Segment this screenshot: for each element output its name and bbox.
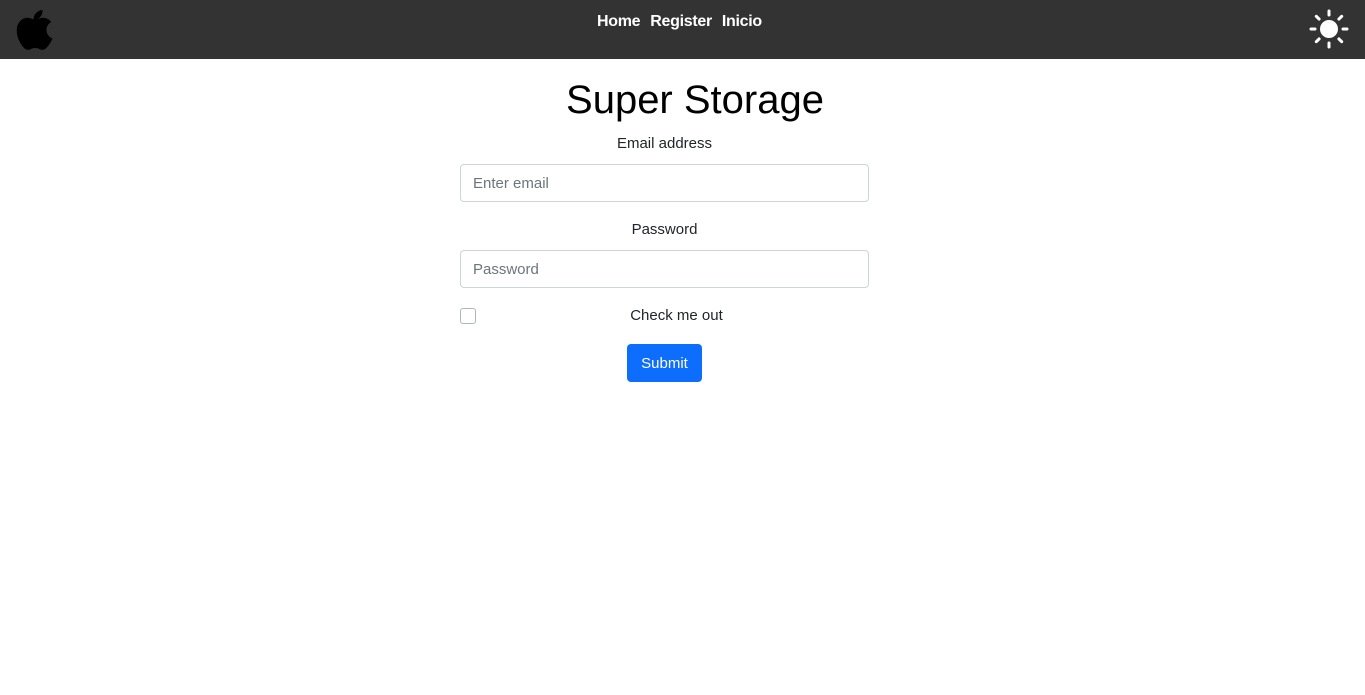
sun-icon[interactable] — [1309, 9, 1349, 49]
checkbox-label[interactable]: Check me out — [476, 306, 877, 326]
email-field[interactable] — [460, 164, 869, 202]
page-title: Super Storage — [566, 78, 824, 122]
apple-logo-icon[interactable] — [16, 8, 54, 50]
check-me-out-checkbox[interactable] — [460, 308, 476, 324]
nav-link-home[interactable]: Home — [597, 12, 641, 32]
password-label: Password — [631, 221, 698, 238]
email-label: Email address — [616, 135, 713, 152]
top-navbar: Home Register Inicio — [0, 0, 1365, 59]
nav-link-inicio[interactable]: Inicio — [722, 12, 762, 32]
password-field[interactable] — [460, 250, 869, 288]
submit-button[interactable]: Submit — [627, 344, 702, 382]
nav-link-register[interactable]: Register — [650, 12, 712, 32]
nav-links: Home Register Inicio — [597, 12, 772, 32]
